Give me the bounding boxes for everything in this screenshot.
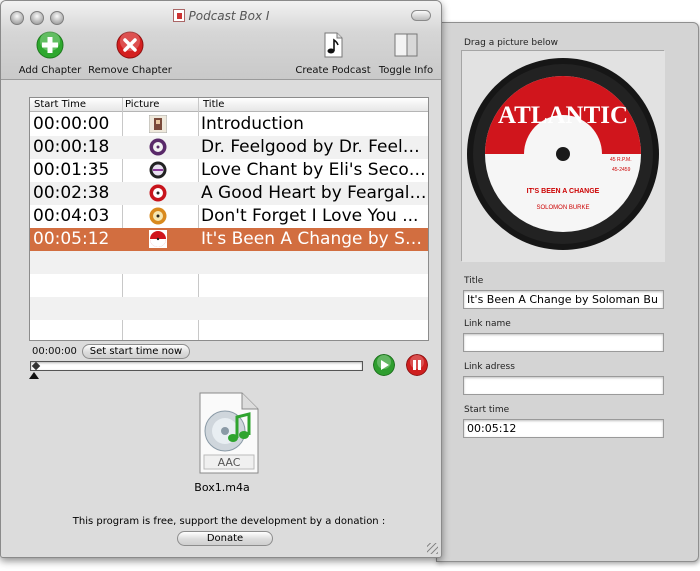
chapter-picture-thumbnail (149, 161, 167, 179)
table-row-empty (30, 274, 428, 297)
label-catalog: 45-2459 (612, 167, 631, 173)
row-start-time: 00:02:38 (33, 183, 110, 203)
window-title: Podcast Box I (1, 9, 441, 23)
play-icon[interactable] (373, 354, 395, 376)
row-start-time: 00:00:00 (33, 114, 110, 134)
label-brand: ATLANTIC (498, 102, 628, 129)
row-title: Love Chant by Eli's Second Coming (201, 160, 427, 180)
link-address-label: Link adress (464, 362, 515, 372)
remove-icon (116, 31, 144, 59)
donate-button[interactable]: Donate (177, 531, 273, 546)
app-document-icon (172, 9, 185, 22)
start-time-field[interactable]: 00:05:12 (463, 419, 664, 438)
column-start-time[interactable]: Start Time (34, 99, 86, 110)
chapter-picture-thumbnail (149, 184, 167, 202)
row-start-time: 00:04:03 (33, 206, 110, 226)
chapter-picture-thumbnail (149, 115, 167, 133)
row-start-time: 00:00:18 (33, 137, 110, 157)
current-time-readout: 00:00:00 (32, 346, 77, 357)
label-speed: 45 R.P.M. (610, 157, 632, 163)
toolbar: Podcast Box I Add Chapter Remove Chapter (1, 1, 441, 80)
aac-file-icon[interactable]: AAC (198, 391, 260, 475)
row-start-time: 00:01:35 (33, 160, 110, 180)
row-start-time: 00:05:12 (33, 229, 110, 249)
info-drawer: Drag a picture below ATLANTIC 45 R.P.M. … (436, 22, 699, 562)
link-address-field[interactable] (463, 376, 664, 395)
toolbar-toggle-button[interactable] (411, 10, 431, 21)
set-start-time-button[interactable]: Set start time now (82, 344, 190, 359)
title-label: Title (464, 276, 484, 286)
chapter-picture-thumbnail (149, 207, 167, 225)
record-artwork: ATLANTIC 45 R.P.M. 45-2459 IT'S BEEN A C… (462, 51, 665, 262)
remove-chapter-label: Remove Chapter (88, 65, 172, 76)
pause-icon[interactable] (406, 354, 428, 376)
chapter-picture-thumbnail (149, 230, 167, 248)
table-row[interactable]: 00:04:03 Don't Forget I Love You ... (30, 205, 428, 228)
main-window: Podcast Box I Add Chapter Remove Chapter (0, 0, 442, 558)
output-file-name: Box1.m4a (194, 481, 250, 494)
row-title: Don't Forget I Love You ... (201, 206, 419, 226)
row-title: A Good Heart by Feargal Sharkey (201, 183, 427, 203)
table-rows: 00:00:00 Introduction 00:00:18 Dr. Feelg… (30, 113, 428, 343)
table-row-empty (30, 297, 428, 320)
link-name-label: Link name (464, 319, 511, 329)
add-chapter-label: Add Chapter (18, 65, 82, 76)
file-badge: AAC (218, 456, 241, 469)
resize-grip[interactable] (427, 543, 438, 554)
picture-label: Drag a picture below (464, 38, 559, 48)
playhead-knob[interactable] (29, 372, 39, 379)
toggle-info-label: Toggle Info (378, 65, 434, 76)
table-row-empty (30, 320, 428, 343)
remove-chapter-button[interactable]: Remove Chapter (87, 31, 173, 76)
row-title: Introduction (201, 114, 304, 134)
table-row-empty (30, 251, 428, 274)
start-time-label: Start time (464, 405, 510, 415)
plus-icon (36, 31, 64, 59)
add-chapter-button[interactable]: Add Chapter (15, 31, 85, 76)
create-podcast-label: Create Podcast (295, 65, 371, 76)
column-title[interactable]: Title (203, 99, 224, 110)
picture-well[interactable]: ATLANTIC 45 R.P.M. 45-2459 IT'S BEEN A C… (461, 50, 665, 262)
drawer-icon (394, 33, 418, 57)
table-header: Start Time Picture Title (30, 98, 428, 112)
link-name-field[interactable] (463, 333, 664, 352)
label-song: IT'S BEEN A CHANGE (527, 188, 600, 195)
table-row[interactable]: 00:01:35 Love Chant by Eli's Second Comi… (30, 159, 428, 182)
table-row[interactable]: 00:00:18 Dr. Feelgood by Dr. Feelgood (30, 136, 428, 159)
column-picture[interactable]: Picture (125, 99, 159, 110)
playback-slider[interactable] (30, 361, 363, 371)
table-row[interactable]: 00:02:38 A Good Heart by Feargal Sharkey (30, 182, 428, 205)
row-title: It's Been A Change by Soloman Burke (201, 229, 427, 249)
table-row-selected[interactable]: 00:05:12 It's Been A Change by Soloman B… (30, 228, 428, 251)
label-artist: SOLOMON BURKE (536, 205, 589, 211)
chapters-table[interactable]: Start Time Picture Title 00:00:00 Introd… (29, 97, 429, 341)
table-row[interactable]: 00:00:00 Introduction (30, 113, 428, 136)
create-podcast-button[interactable]: Create Podcast (291, 31, 375, 76)
podcast-document-icon (324, 32, 343, 58)
title-field[interactable]: It's Been A Change by Soloman Bu (463, 290, 664, 309)
toggle-info-button[interactable]: Toggle Info (375, 31, 437, 76)
donation-message: This program is free, support the develo… (72, 516, 386, 527)
window-title-text: Podcast Box I (188, 9, 270, 23)
chapter-picture-thumbnail (149, 138, 167, 156)
row-title: Dr. Feelgood by Dr. Feelgood (201, 137, 427, 157)
